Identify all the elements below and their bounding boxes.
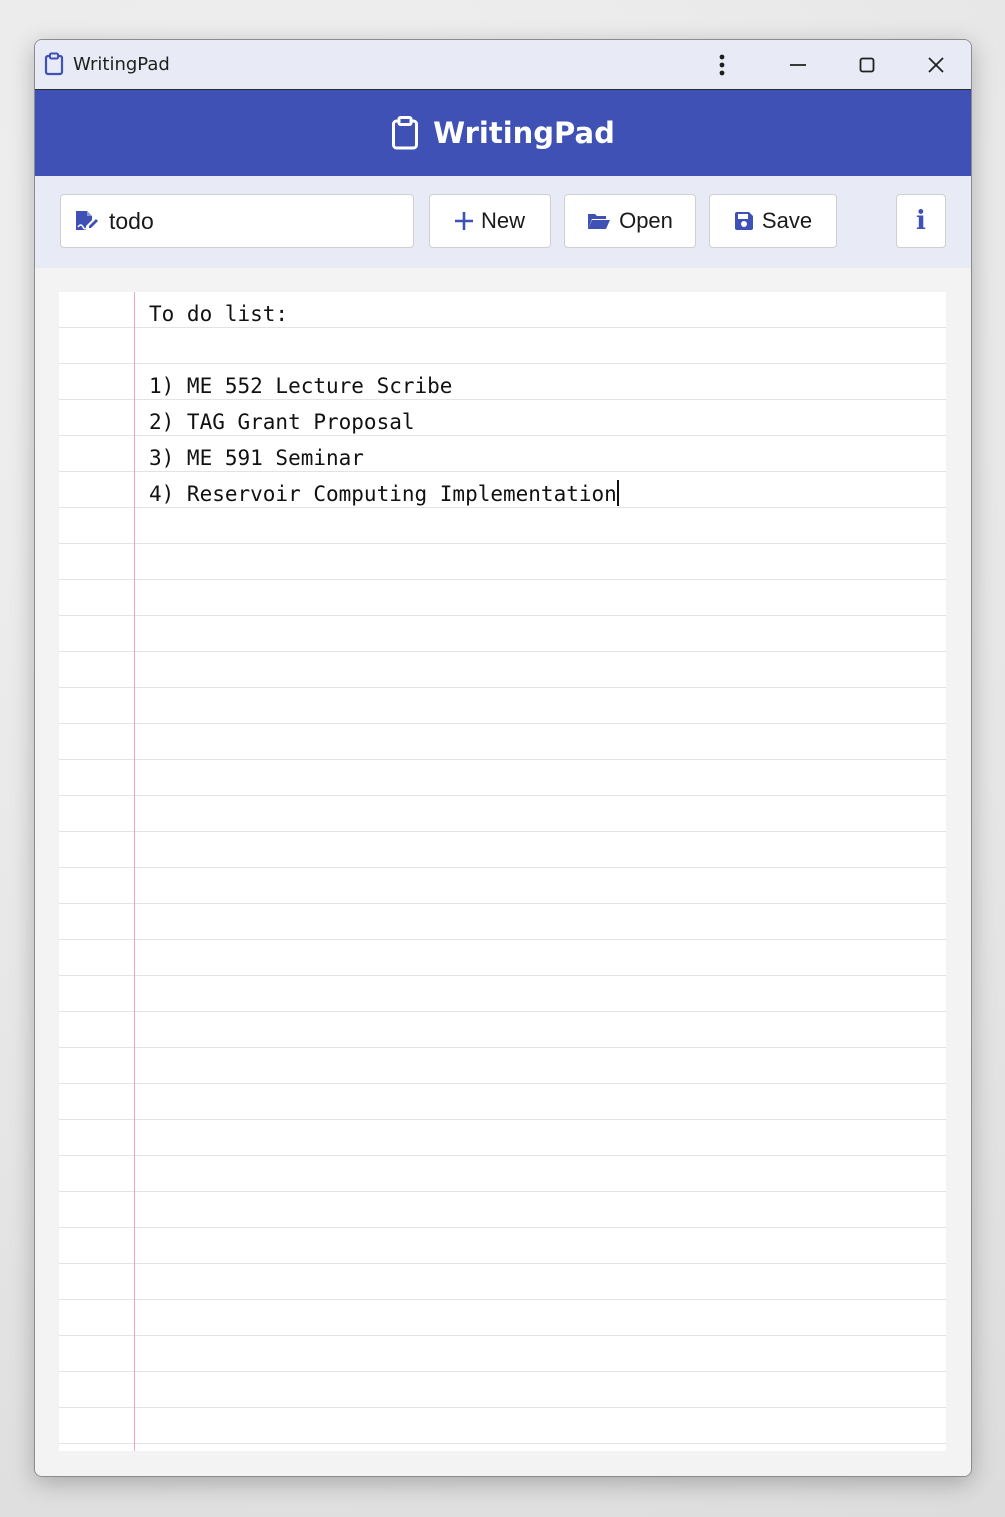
app-title: WritingPad — [433, 116, 615, 150]
plus-icon — [454, 212, 473, 230]
filename-field[interactable] — [60, 194, 414, 248]
new-button-label: New — [480, 208, 525, 233]
window-title: WritingPad — [73, 54, 170, 75]
folder-open-icon — [588, 214, 611, 229]
info-button[interactable]: i — [896, 194, 946, 248]
text-line-active: 4) Reservoir Computing Implementation — [149, 476, 929, 512]
app-window: WritingPad WritingPad todo New Open Save… — [34, 39, 972, 1477]
text-line: 1) ME 552 Lecture Scribe — [149, 374, 453, 398]
text-editor[interactable]: To do list: 1) ME 552 Lecture Scribe 2) … — [149, 296, 929, 512]
open-button-label: Open — [619, 208, 673, 233]
close-button[interactable] — [902, 40, 970, 89]
editor-area: To do list: 1) ME 552 Lecture Scribe 2) … — [35, 268, 971, 1476]
notepad-paper[interactable]: To do list: 1) ME 552 Lecture Scribe 2) … — [59, 292, 946, 1451]
maximize-button[interactable] — [833, 40, 901, 89]
more-vertical-icon — [719, 54, 725, 75]
text-line: 3) ME 591 Seminar — [149, 446, 364, 470]
margin-line — [134, 292, 135, 1451]
title-bar[interactable]: WritingPad — [35, 40, 971, 90]
text-cursor — [616, 480, 619, 506]
toolbar: New Open Save i — [35, 176, 971, 268]
save-button[interactable]: Save — [709, 194, 837, 248]
clipboard-icon — [392, 116, 419, 150]
floppy-disk-icon — [734, 212, 753, 230]
maximize-icon — [859, 57, 875, 72]
minimize-button[interactable] — [764, 40, 832, 89]
close-icon — [928, 56, 944, 73]
app-header: WritingPad — [35, 90, 971, 176]
clipboard-icon — [44, 52, 64, 76]
save-button-label: Save — [761, 208, 813, 233]
filename-input[interactable] — [109, 195, 399, 247]
text-line: 2) TAG Grant Proposal — [149, 410, 415, 434]
info-icon: i — [916, 206, 926, 236]
text-line — [149, 332, 929, 368]
new-button[interactable]: New — [429, 194, 551, 248]
text-line: 4) Reservoir Computing Implementation — [149, 482, 617, 506]
more-options-button[interactable] — [688, 40, 756, 89]
file-signature-icon — [76, 211, 98, 230]
text-line: To do list: — [149, 302, 289, 326]
open-button[interactable]: Open — [564, 194, 696, 248]
minimize-icon — [790, 63, 806, 66]
